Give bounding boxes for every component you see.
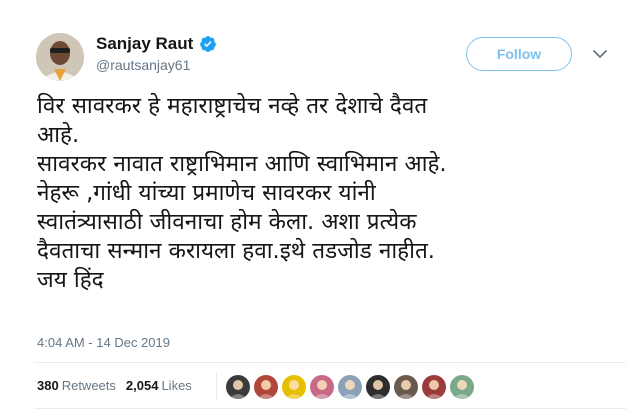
user-name-row[interactable]: Sanjay Raut [96, 34, 217, 54]
divider [34, 408, 626, 409]
chevron-down-icon[interactable] [590, 44, 610, 64]
user-handle[interactable]: @rautsanjay61 [96, 57, 190, 73]
liker-avatar[interactable] [309, 374, 335, 400]
liker-avatar[interactable] [225, 374, 251, 400]
user-name[interactable]: Sanjay Raut [96, 34, 193, 54]
liker-avatar[interactable] [449, 374, 475, 400]
retweets-stat[interactable]: 380 Retweets [37, 378, 116, 393]
tweet-timestamp[interactable]: 4:04 AM - 14 Dec 2019 [37, 335, 170, 350]
avatar[interactable] [36, 33, 84, 81]
tweet-line: सावरकर नावात राष्ट्राभिमान आणि स्वाभिमान… [37, 151, 447, 177]
likes-label: Likes [161, 378, 192, 393]
profile-photo [36, 33, 84, 81]
liker-photo [282, 375, 306, 399]
tweet-line: नेहरू ,गांधी यांच्या प्रमाणेच सावरकर यां… [37, 180, 376, 206]
tweet-line: दैवताचा सन्मान करायला हवा.इथे तडजोड नाही… [37, 238, 435, 264]
liker-avatar[interactable] [337, 374, 363, 400]
tweet-line: स्वातंत्र्यासाठी जीवनाचा होम केला. अशा प… [37, 209, 417, 235]
divider [34, 362, 626, 363]
tweet-line: जय हिंद [37, 267, 104, 293]
stats-separator [216, 372, 217, 400]
tweet-card: Sanjay Raut @rautsanjay61 Follow विर साव… [0, 0, 640, 415]
liker-avatars [225, 374, 475, 400]
retweets-count: 380 [37, 378, 59, 393]
follow-button[interactable]: Follow [466, 37, 572, 71]
liker-photo [226, 375, 250, 399]
liker-photo [450, 375, 474, 399]
liker-photo [394, 375, 418, 399]
likes-count: 2,054 [125, 378, 159, 393]
liker-avatar[interactable] [281, 374, 307, 400]
liker-avatar[interactable] [421, 374, 447, 400]
liker-photo [422, 375, 446, 399]
liker-photo [366, 375, 390, 399]
liker-photo [254, 375, 278, 399]
liker-avatar[interactable] [253, 374, 279, 400]
tweet-text: विर सावरकर हे महाराष्ट्राचेच नव्हे तर दे… [37, 92, 633, 295]
tweet-line: विर सावरकर हे महाराष्ट्राचेच नव्हे तर दे… [37, 93, 428, 119]
verified-badge-icon [199, 35, 217, 53]
likes-stat[interactable]: 2,054 Likes [126, 378, 192, 393]
liker-avatar[interactable] [393, 374, 419, 400]
liker-photo [338, 375, 362, 399]
tweet-line: आहे. [37, 122, 80, 148]
liker-photo [310, 375, 334, 399]
retweets-label: Retweets [61, 378, 116, 393]
liker-avatar[interactable] [365, 374, 391, 400]
tweet-stats: 380 Retweets 2,054 Likes [37, 378, 192, 393]
